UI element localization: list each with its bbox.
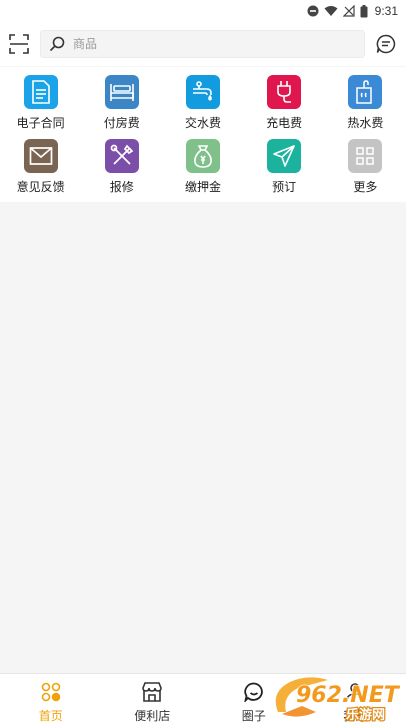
grid-icon: [348, 139, 383, 173]
service-label: 缴押金: [184, 180, 221, 194]
status-time: 9:31: [374, 4, 398, 18]
store-icon: [141, 681, 163, 703]
service-booking[interactable]: 预订: [244, 139, 325, 203]
status-bar: 9:31: [0, 0, 406, 22]
nav-home[interactable]: 首页: [0, 674, 102, 723]
service-deposit[interactable]: 缴押金: [162, 139, 243, 203]
service-repair[interactable]: 报修: [81, 139, 162, 203]
nav-store[interactable]: 便利店: [102, 674, 204, 723]
faucet-icon: [185, 75, 220, 109]
nav-label: 便利店: [134, 709, 171, 723]
search-box[interactable]: [40, 30, 365, 58]
service-hot-water[interactable]: 热水费: [325, 75, 406, 139]
chat-icon: [243, 681, 265, 703]
bottom-nav: 首页 便利店 圈子 我的: [0, 673, 406, 723]
water-heater-icon: [348, 75, 383, 109]
service-label: 预订: [272, 180, 297, 194]
service-label: 付房费: [103, 116, 140, 130]
home-icon: [40, 681, 62, 703]
plug-icon: [267, 75, 302, 109]
service-electricity[interactable]: 充电费: [244, 75, 325, 139]
service-water[interactable]: 交水费: [162, 75, 243, 139]
nav-label: 首页: [38, 709, 63, 723]
search-icon: [49, 35, 67, 53]
nav-profile[interactable]: 我的: [305, 674, 406, 723]
service-label: 更多: [353, 180, 378, 194]
battery-icon: [360, 4, 368, 18]
service-label: 充电费: [266, 116, 303, 130]
money-bag-icon: [185, 139, 220, 173]
no-signal-icon: [342, 5, 355, 17]
send-icon: [267, 139, 302, 173]
message-icon[interactable]: [375, 33, 397, 55]
scan-icon[interactable]: [8, 33, 30, 55]
service-e-contract[interactable]: 电子合同: [0, 75, 81, 139]
service-label: 热水费: [347, 116, 384, 130]
bed-icon: [104, 75, 139, 109]
service-label: 交水费: [184, 116, 221, 130]
profile-icon: [344, 681, 366, 703]
tools-icon: [104, 139, 139, 173]
service-more[interactable]: 更多: [325, 139, 406, 203]
dnd-icon: [307, 5, 319, 17]
nav-label: 圈子: [241, 709, 266, 723]
document-icon: [23, 75, 58, 109]
service-rent[interactable]: 付房费: [81, 75, 162, 139]
nav-circle[interactable]: 圈子: [203, 674, 305, 723]
service-feedback[interactable]: 意见反馈: [0, 139, 81, 203]
service-label: 意见反馈: [16, 180, 65, 194]
service-label: 电子合同: [16, 116, 65, 130]
search-input[interactable]: [73, 37, 353, 51]
mail-icon: [23, 139, 58, 173]
service-grid: 电子合同 付房费 交水费 充电费 热水费 意见反馈 报修 缴押金 预订 更多: [0, 67, 406, 202]
search-header: [0, 22, 406, 66]
nav-label: 我的: [343, 709, 368, 723]
service-label: 报修: [109, 180, 134, 194]
wifi-icon: [324, 5, 338, 17]
